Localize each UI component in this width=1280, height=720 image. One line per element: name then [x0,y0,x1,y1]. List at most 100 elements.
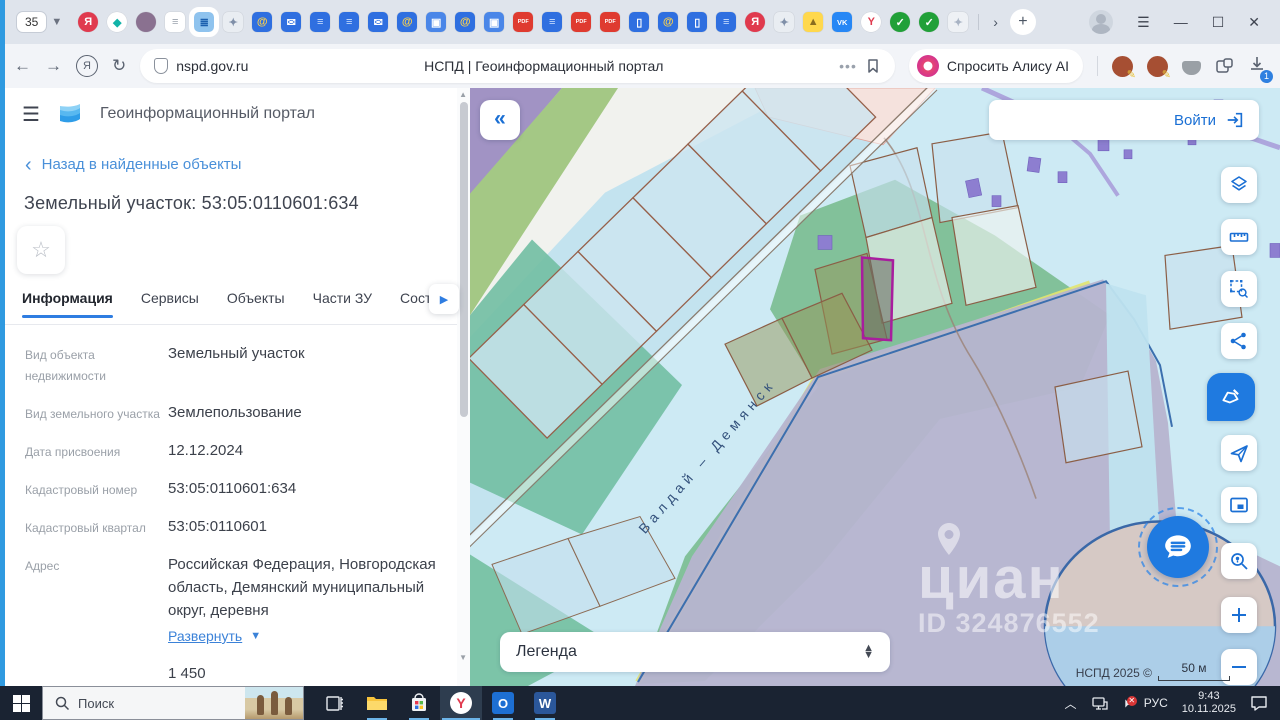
browser-menu-button[interactable]: ☰ [1137,15,1150,29]
browser-tab[interactable]: ✉ [281,12,301,32]
browser-tab[interactable]: ✓ [890,12,910,32]
more-icon[interactable]: ••• [839,58,857,74]
browser-tab[interactable]: ≡ [716,12,736,32]
yandex-services-icon[interactable]: Я [76,55,98,77]
scrollbar-down-icon[interactable]: ▼ [459,653,467,662]
favorite-star-button[interactable]: ☆ [17,226,65,274]
word-button[interactable]: W [524,686,566,720]
browser-tab[interactable]: ▯ [687,12,707,32]
ms-store-button[interactable] [398,686,440,720]
chat-feedback-button[interactable] [1147,516,1209,578]
browser-tab[interactable]: ✦ [223,12,243,32]
forward-button[interactable]: → [45,56,62,76]
extension-stamp-icon-2[interactable] [1147,56,1168,77]
scrollbar-thumb[interactable] [460,102,468,417]
browser-tab[interactable]: ≡ [339,12,359,32]
browser-tab[interactable]: ▲ [803,12,823,32]
language-indicator[interactable]: РУС [1144,696,1168,710]
browser-tab[interactable]: ≡ [542,12,562,32]
taskbar-clock[interactable]: 9:43 10.11.2025 [1182,690,1236,716]
yandex-browser-button[interactable]: Y [440,686,482,720]
layers-button[interactable] [1221,167,1257,203]
back-button[interactable]: ← [14,56,31,76]
login-icon [1225,110,1245,130]
browser-tab[interactable]: @ [252,12,272,32]
area-search-button[interactable] [1221,271,1257,307]
browser-tab[interactable]: ◆ [107,12,127,32]
browser-tab[interactable]: @ [455,12,475,32]
tab-objects[interactable]: Объекты [227,290,285,318]
browser-tab[interactable]: Я [78,12,98,32]
tab-services[interactable]: Сервисы [141,290,199,318]
panel-collapse-button[interactable]: « [480,100,520,140]
back-to-results-link[interactable]: ‹ Назад в найденные объекты [25,156,241,173]
browser-tab[interactable]: @ [397,12,417,32]
browser-tab[interactable]: ▣ [426,12,446,32]
share-button[interactable] [1221,323,1257,359]
tab-overflow-arrow-icon[interactable]: › [993,14,998,30]
bookmark-icon[interactable] [865,58,881,74]
maximize-button[interactable]: ☐ [1212,15,1225,29]
browser-tab[interactable]: PDF [600,12,620,32]
locate-button[interactable] [1221,435,1257,471]
browser-tab[interactable]: ▯ [629,12,649,32]
browser-tab[interactable]: ≣ [194,12,214,32]
file-explorer-button[interactable] [356,686,398,720]
action-center-icon[interactable] [1250,695,1268,712]
browser-tab[interactable]: ≡ [165,12,185,32]
object-search-button[interactable] [1221,543,1257,579]
browser-tab[interactable]: ✦ [774,12,794,32]
scrollbar-up-icon[interactable]: ▲ [459,90,467,99]
mini-map-button[interactable] [1221,487,1257,523]
browser-tab[interactable]: ▣ [484,12,504,32]
login-label[interactable]: Войти [1174,112,1216,129]
profile-avatar[interactable] [1089,10,1113,34]
browser-tab[interactable]: Y [861,12,881,32]
task-view-button[interactable] [314,686,356,720]
network-icon[interactable] [1091,696,1108,711]
security-shield-icon[interactable] [154,58,168,74]
tab-information[interactable]: Информация [22,290,113,318]
browser-tab[interactable]: ✓ [919,12,939,32]
tray-expand-icon[interactable]: ︿ [1065,695,1077,712]
legend-bar[interactable]: Легенда ▲▼ [500,632,890,672]
login-bar[interactable]: Войти [989,100,1259,140]
url-text[interactable]: nspd.gov.ru [176,58,248,74]
tab-counter-value[interactable]: 35 [16,11,47,33]
zoom-in-button[interactable] [1221,597,1257,633]
refresh-button[interactable]: ↻ [112,56,126,76]
measure-button[interactable] [1221,219,1257,255]
browser-tab[interactable]: Я [745,12,765,32]
browser-tab[interactable]: VK [832,12,852,32]
browser-tab[interactable]: PDF [513,12,533,32]
expand-link[interactable]: Развернуть [168,625,242,648]
search-widget-image[interactable] [245,687,303,719]
start-button[interactable] [0,686,42,720]
side-panel-icon[interactable] [1215,57,1234,76]
browser-tab[interactable]: ✦ [948,12,968,32]
new-tab-button[interactable]: + [1010,9,1036,35]
downloads-button[interactable]: 1 [1248,55,1266,78]
alice-button[interactable]: Спросить Алису AI [909,49,1083,83]
extension-stamp-icon[interactable] [1112,56,1133,77]
volume-muted-icon[interactable]: 🕨✕ [1122,695,1130,711]
outlook-button[interactable]: O [482,686,524,720]
browser-tab[interactable]: @ [658,12,678,32]
taskbar-search-box[interactable]: Поиск [42,686,304,720]
browser-tab[interactable]: ✉ [368,12,388,32]
tabs-scroll-right-button[interactable]: ▶ [429,284,459,314]
minimize-button[interactable]: — [1174,15,1188,29]
draw-tool-button-active[interactable] [1207,373,1255,421]
browser-tab[interactable]: PDF [571,12,591,32]
legend-expand-icon[interactable]: ▲▼ [863,645,874,659]
address-field[interactable]: nspd.gov.ru НСПД | Геоинформационный пор… [140,49,895,83]
tab-parcel-parts[interactable]: Части ЗУ [313,290,372,318]
tab-counter[interactable]: 35 ▼ [16,11,62,33]
close-button[interactable]: ✕ [1248,15,1260,29]
panel-scrollbar[interactable]: ▲ ▼ [457,88,470,686]
collections-icon[interactable] [1182,61,1201,75]
map-canvas[interactable]: Валдай – Демянск « Войти [470,88,1280,686]
browser-tab[interactable] [136,12,156,32]
menu-burger-icon[interactable]: ☰ [22,102,40,127]
browser-tab[interactable]: ≡ [310,12,330,32]
